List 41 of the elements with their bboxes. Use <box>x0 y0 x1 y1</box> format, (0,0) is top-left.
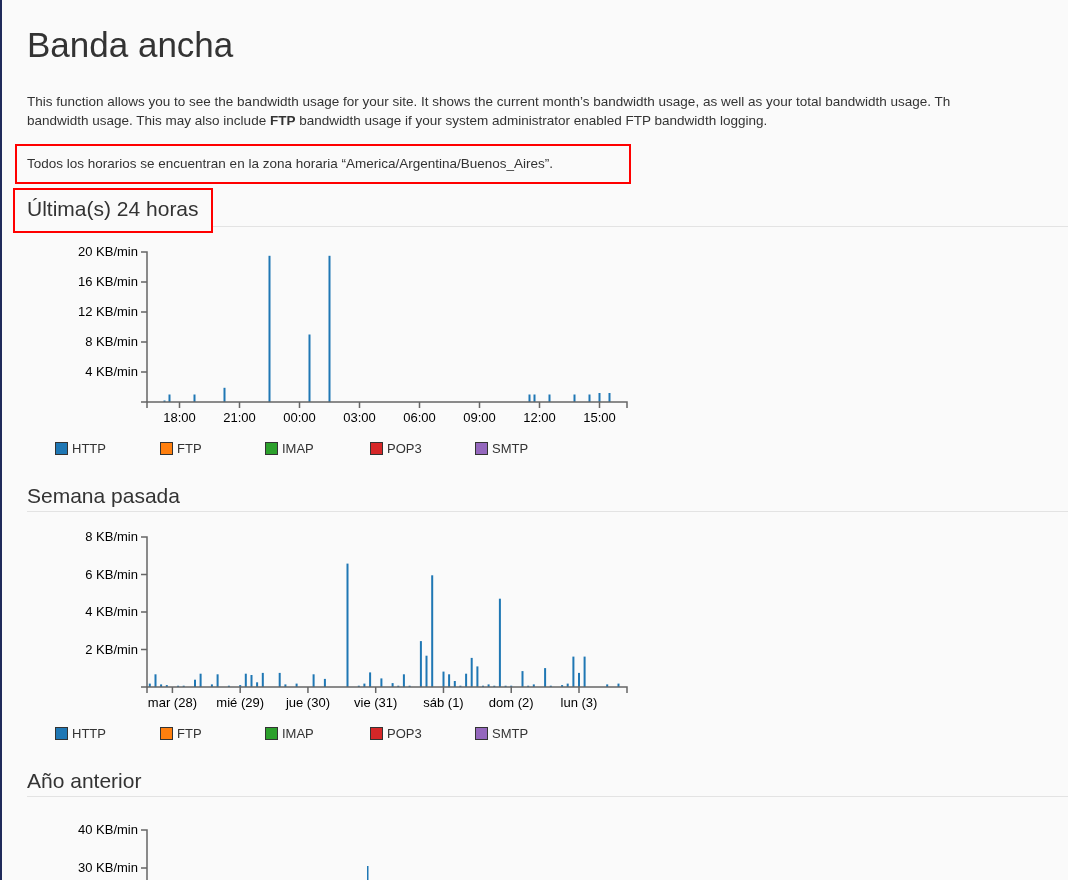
axis-tick-label: 16 KB/min <box>78 274 138 289</box>
timezone-notice: Todos los horarios se encuentran en la zona horaria “America/Argentina/Buenos_Aires”. <box>15 144 631 184</box>
axis-tick-label: 8 KB/min <box>85 334 138 349</box>
legend-label: IMAP <box>282 725 314 741</box>
description-text: bandwidth usage. This may also include FTP bandwidth usage if your system administrator enabled FTP bandwidth logging. <box>27 112 769 130</box>
legend-label: SMTP <box>492 725 529 741</box>
axis-tick-label: mié (29) <box>216 695 264 710</box>
axis-tick-label: 8 KB/min <box>85 529 138 544</box>
axis-tick-label: 09:00 <box>463 410 496 425</box>
axis-tick-label: 06:00 <box>403 410 436 425</box>
axis-tick-label: 30 KB/min <box>78 860 138 875</box>
description-text: This function allows you to see the bandwidth usage for your site. It shows the current month’s bandwidth usage, as well as your total bandwidth usage. Th <box>27 93 952 111</box>
axis-tick-label: 21:00 <box>223 410 256 425</box>
section-heading: Última(s) 24 horas <box>13 188 213 233</box>
legend-label: SMTP <box>492 440 529 456</box>
axis-tick-label: 2 KB/min <box>85 641 138 657</box>
axis-tick-label: sáb (1) <box>423 695 464 710</box>
axis-tick-label: 6 KB/min <box>85 566 138 582</box>
legend-label: FTP <box>177 725 202 741</box>
axis-tick-label: 12:00 <box>523 410 556 425</box>
axis-tick-label: lun (3) <box>560 695 598 710</box>
axis-tick-label: 4 KB/min <box>85 364 138 379</box>
axis-tick-label: 20 KB/min <box>78 244 138 259</box>
legend-label: POP3 <box>387 440 422 456</box>
axis-tick-label: dom (2) <box>488 695 534 710</box>
axis-tick-label: 00:00 <box>283 410 316 425</box>
legend-label: HTTP <box>72 440 106 456</box>
axis-tick-label: 03:00 <box>343 410 376 425</box>
axis-tick-label: 18:00 <box>163 410 196 425</box>
axis-tick-label: 15:00 <box>583 410 616 425</box>
legend-label: IMAP <box>282 440 314 456</box>
axis-tick-label: vie (31) <box>354 695 398 710</box>
axis-tick-label: 40 KB/min <box>78 822 138 837</box>
axis-tick-label: jue (30) <box>285 695 330 710</box>
page-title: Banda ancha <box>27 24 235 66</box>
legend-label: POP3 <box>387 725 422 741</box>
axis-tick-label: 12 KB/min <box>78 304 138 319</box>
legend-label: FTP <box>177 440 202 456</box>
axis-tick-label: 4 KB/min <box>85 604 138 619</box>
axis-tick-label: mar (28) <box>147 695 197 710</box>
legend-label: HTTP <box>72 725 106 741</box>
